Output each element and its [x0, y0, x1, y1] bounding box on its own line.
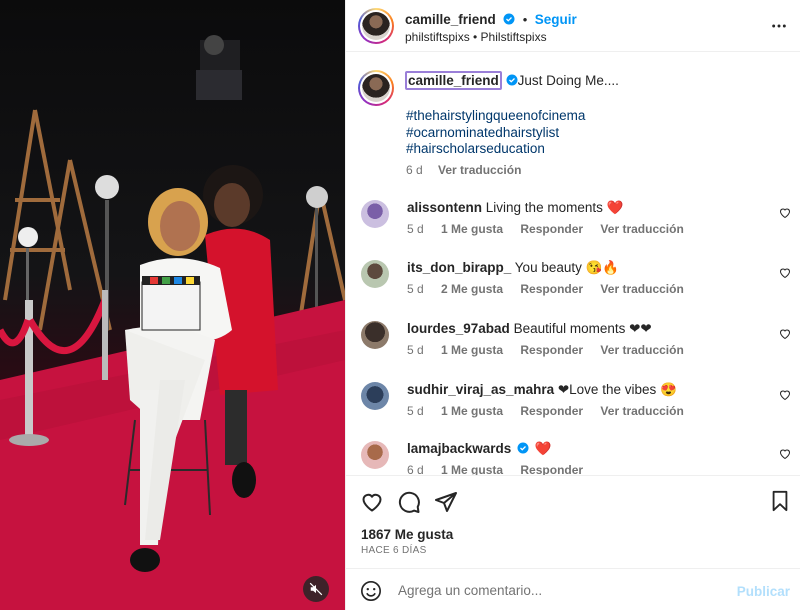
- collaborators-line[interactable]: philstiftspixs • Philstiftspixs: [405, 30, 547, 44]
- comment-item: its_don_birapp_ You beauty 😘🔥 5 d 2 Me g…: [346, 260, 800, 320]
- video-frame-image: [0, 35, 345, 610]
- reply-button[interactable]: Responder: [520, 222, 583, 236]
- commenter-username[interactable]: sudhir_viraj_as_mahra: [407, 382, 554, 397]
- verified-badge-icon: [503, 13, 515, 25]
- hashtag-link[interactable]: #ocarnominatedhairstylist: [406, 125, 585, 142]
- commenter-avatar[interactable]: [361, 321, 389, 349]
- comment-item: alissontenn Living the moments ❤️ 5 d 1 …: [346, 200, 800, 260]
- post-date[interactable]: HACE 6 DÍAS: [361, 545, 427, 556]
- author-avatar[interactable]: [358, 8, 394, 44]
- save-bookmark-icon[interactable]: [769, 490, 791, 512]
- comments-scroll-area[interactable]: camille_friend Just Doing Me.... #thehai…: [346, 53, 800, 476]
- like-heart-icon[interactable]: [360, 490, 384, 514]
- post-media-video[interactable]: [0, 0, 345, 610]
- likes-count[interactable]: 1867 Me gusta: [361, 527, 453, 542]
- comment-item: lourdes_97abad Beautiful moments ❤❤ 5 d …: [346, 321, 800, 381]
- commenter-username[interactable]: lamajbackwards: [407, 441, 511, 456]
- comment-time[interactable]: 5 d: [407, 404, 424, 418]
- comment-item: sudhir_viraj_as_mahra ❤Love the vibes 😍 …: [346, 382, 800, 442]
- caption-text: Just Doing Me....: [517, 73, 619, 88]
- like-comment-heart-icon[interactable]: [779, 448, 791, 460]
- comment-text: ❤Love the vibes 😍: [557, 382, 677, 397]
- comment-time[interactable]: 5 d: [407, 343, 424, 357]
- translate-link[interactable]: Ver traducción: [600, 404, 683, 418]
- comment-likes-link[interactable]: 1 Me gusta: [441, 222, 503, 236]
- comment-likes-link[interactable]: 1 Me gusta: [441, 404, 503, 418]
- comment-time[interactable]: 6 d: [407, 463, 424, 475]
- caption-author-avatar[interactable]: [358, 70, 394, 106]
- comment-likes-link[interactable]: 1 Me gusta: [441, 343, 503, 357]
- follow-button[interactable]: Seguir: [535, 12, 577, 27]
- reply-button[interactable]: Responder: [520, 282, 583, 296]
- post-header: camille_friend • Seguir philstiftspixs •…: [346, 0, 800, 52]
- comment-likes-link[interactable]: 1 Me gusta: [441, 463, 503, 475]
- verified-badge-icon: [506, 74, 518, 86]
- comment-likes-link[interactable]: 2 Me gusta: [441, 282, 503, 296]
- post-details-panel: camille_friend • Seguir philstiftspixs •…: [345, 0, 800, 610]
- comment-item: lamajbackwards ❤️ 6 d 1 Me gusta Respond…: [346, 441, 800, 475]
- commenter-avatar[interactable]: [361, 382, 389, 410]
- speaker-muted-icon: [309, 582, 323, 596]
- reply-button[interactable]: Responder: [520, 343, 583, 357]
- commenter-avatar[interactable]: [361, 441, 389, 469]
- more-horizontal-icon[interactable]: [771, 18, 787, 34]
- comment-text: Living the moments ❤️: [485, 200, 624, 215]
- commenter-username[interactable]: alissontenn: [407, 200, 482, 215]
- comment-input[interactable]: [398, 578, 718, 602]
- caption-time[interactable]: 6 d: [406, 163, 423, 177]
- caption-username[interactable]: camille_friend: [405, 71, 502, 90]
- verified-badge-icon: [517, 442, 529, 454]
- mute-toggle-button[interactable]: [303, 576, 329, 602]
- emoji-picker-icon[interactable]: [360, 580, 382, 602]
- commenter-avatar[interactable]: [361, 200, 389, 228]
- comment-text: You beauty 😘🔥: [514, 260, 620, 275]
- comment-text: ❤️: [534, 441, 552, 456]
- like-comment-heart-icon[interactable]: [779, 389, 791, 401]
- comment-text: Beautiful moments ❤❤: [513, 321, 652, 336]
- author-username[interactable]: camille_friend: [405, 12, 496, 27]
- like-comment-heart-icon[interactable]: [779, 328, 791, 340]
- hashtag-link[interactable]: #thehairstylingqueenofcinema: [406, 108, 585, 125]
- hashtag-link[interactable]: #hairscholarseducation: [406, 141, 585, 158]
- commenter-avatar[interactable]: [361, 260, 389, 288]
- publish-button[interactable]: Publicar: [737, 584, 790, 599]
- comment-time[interactable]: 5 d: [407, 282, 424, 296]
- share-send-icon[interactable]: [434, 490, 458, 514]
- translate-link[interactable]: Ver traducción: [600, 282, 683, 296]
- commenter-username[interactable]: its_don_birapp_: [407, 260, 511, 275]
- translate-link[interactable]: Ver traducción: [600, 222, 683, 236]
- separator-dot: •: [522, 12, 528, 27]
- comment-composer: Publicar: [346, 568, 800, 610]
- like-comment-heart-icon[interactable]: [779, 267, 791, 279]
- caption-translate-link[interactable]: Ver traducción: [438, 163, 521, 177]
- post-actions-bar: [346, 476, 800, 526]
- reply-button[interactable]: Responder: [520, 463, 583, 475]
- translate-link[interactable]: Ver traducción: [600, 343, 683, 357]
- comment-time[interactable]: 5 d: [407, 222, 424, 236]
- reply-button[interactable]: Responder: [520, 404, 583, 418]
- like-comment-heart-icon[interactable]: [779, 207, 791, 219]
- commenter-username[interactable]: lourdes_97abad: [407, 321, 510, 336]
- hashtag-list: #thehairstylingqueenofcinema #ocarnomina…: [406, 108, 585, 158]
- comment-bubble-icon[interactable]: [397, 490, 421, 514]
